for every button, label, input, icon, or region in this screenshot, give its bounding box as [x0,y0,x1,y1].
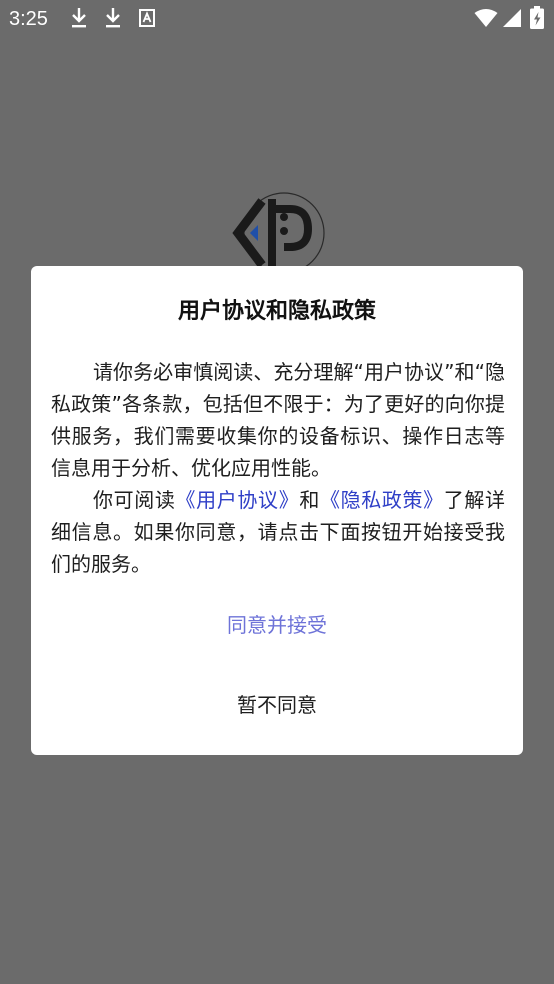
download-icon [106,8,120,28]
user-agreement-link[interactable]: 《用户协议》 [176,488,300,512]
paragraph-2-prefix: 你可阅读 [93,488,176,512]
status-bar: 3:25 [0,0,554,38]
paragraph-2-conjunction: 和 [299,488,320,512]
wifi-icon [474,9,498,27]
dialog-paragraph-1: 请你务必审慎阅读、充分理解“用户协议”和“隐私政策”各条款，包括但不限于：为了更… [51,360,505,480]
dialog-body: 请你务必审慎阅读、充分理解“用户协议”和“隐私政策”各条款，包括但不限于：为了更… [51,356,505,580]
dialog-title: 用户协议和隐私政策 [177,299,376,324]
status-time: 3:25 [9,8,48,30]
dialog-paragraph-2: 你可阅读《用户协议》和《隐私政策》了解详细信息。如果你同意，请点击下面按钮开始接… [51,484,505,580]
privacy-policy-link[interactable]: 《隐私政策》 [320,488,444,512]
agree-button[interactable]: 同意并接受 [31,593,523,653]
battery-icon [530,6,544,29]
download-icon [72,8,86,28]
text-notification-icon [139,9,155,27]
cellular-signal-icon [503,9,521,27]
disagree-button[interactable]: 暂不同意 [31,673,523,733]
screen: 3:25 用户协议和隐私政策 请你务必审慎阅读、充分理解“用户协议”和“隐私政策… [0,0,554,984]
